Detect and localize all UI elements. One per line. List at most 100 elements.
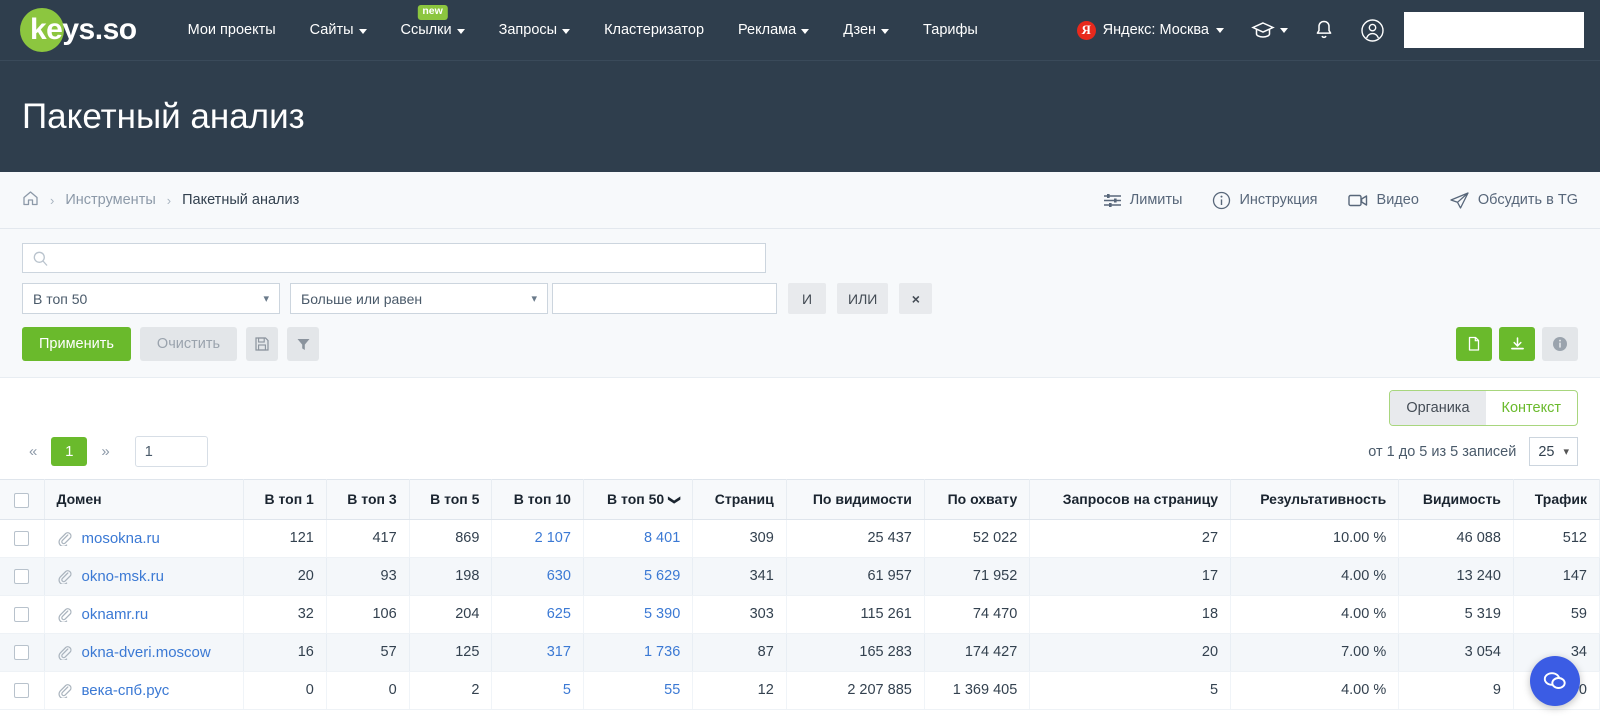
nav-input-box[interactable]: [1404, 12, 1584, 48]
column-header-2[interactable]: В топ 3: [326, 479, 410, 520]
region-label: Яндекс: Москва: [1102, 22, 1209, 38]
column-header-6[interactable]: Страниц: [692, 479, 787, 520]
operator-select[interactable]: Больше или равен ▾: [290, 283, 548, 314]
apply-button[interactable]: Применить: [22, 327, 131, 361]
row-checkbox[interactable]: [14, 568, 30, 584]
or-button[interactable]: ИЛИ: [837, 283, 889, 314]
page-size-value: 25: [1538, 443, 1555, 460]
nav-item-0[interactable]: Мои проекты: [171, 0, 293, 60]
column-header-8[interactable]: По охвату: [924, 479, 1031, 520]
filter-value-input-wrapper[interactable]: [552, 283, 777, 314]
filter-value-input[interactable]: [553, 284, 776, 313]
domain-link[interactable]: okno-msk.ru: [82, 568, 165, 585]
next-page-button[interactable]: »: [94, 440, 116, 463]
cell-value[interactable]: 5 629: [644, 568, 680, 584]
search-input[interactable]: [56, 250, 755, 266]
cell-value: 106: [372, 606, 397, 623]
filter-list-button[interactable]: [287, 327, 320, 361]
nav-item-2[interactable]: new Ссылки: [384, 0, 482, 60]
page-number-1[interactable]: 1: [51, 437, 88, 466]
cell-value[interactable]: 317: [547, 644, 571, 660]
cell-top1: 16: [243, 633, 327, 672]
column-header-0[interactable]: Домен: [44, 479, 245, 520]
copy-report-button[interactable]: [1456, 327, 1492, 361]
region-selector[interactable]: Я Яндекс: Москва: [1063, 20, 1238, 40]
cell-value[interactable]: 8 401: [644, 530, 680, 546]
cell-value: 0: [305, 682, 314, 699]
column-header-7[interactable]: По видимости: [786, 479, 925, 520]
report-info-button[interactable]: [1542, 327, 1578, 361]
nav-item-3[interactable]: Запросы: [482, 0, 587, 60]
cell-value[interactable]: 630: [547, 568, 571, 584]
site-logo[interactable]: keys.so: [20, 8, 137, 52]
column-header-5[interactable]: В топ 50 ❯: [583, 479, 694, 520]
cell-value[interactable]: 1 736: [644, 644, 680, 660]
breadcrumb-item-tools[interactable]: Инструменты: [65, 192, 155, 208]
cell-value[interactable]: 55: [664, 682, 680, 698]
cell-top10: 5: [491, 671, 584, 710]
search-row: [22, 243, 1578, 273]
telegram-discuss-link[interactable]: Обсудить в TG: [1449, 191, 1578, 210]
and-button[interactable]: И: [788, 283, 826, 314]
nav-item-1[interactable]: Сайты: [293, 0, 384, 60]
cell-value: 12: [757, 682, 774, 699]
instruction-link[interactable]: Инструкция: [1212, 191, 1318, 210]
save-filter-button[interactable]: [246, 327, 279, 361]
column-header-11[interactable]: Видимость: [1398, 479, 1514, 520]
download-report-button[interactable]: [1499, 327, 1535, 361]
row-checkbox[interactable]: [14, 644, 30, 660]
clear-button[interactable]: Очистить: [139, 327, 238, 361]
cell-value[interactable]: 5 390: [644, 606, 680, 622]
cell-visibility: 9: [1398, 671, 1514, 710]
column-header-12[interactable]: Трафик: [1513, 479, 1600, 520]
education-menu-button[interactable]: [1238, 21, 1301, 40]
search-field-wrapper[interactable]: [22, 243, 766, 273]
cell-by_coverage: 174 427: [924, 633, 1031, 672]
row-checkbox[interactable]: [14, 606, 30, 622]
info-icon: [1553, 337, 1567, 351]
cell-value[interactable]: 5: [563, 682, 571, 698]
cell-effectiveness: 7.00 %: [1230, 633, 1400, 672]
goto-page-input[interactable]: [135, 437, 207, 466]
nav-item-7[interactable]: Тарифы: [906, 0, 995, 60]
column-header-10[interactable]: Результативность: [1230, 479, 1400, 520]
row-checkbox[interactable]: [14, 682, 30, 698]
filter-panel: В топ 50 ▾ Больше или равен ▾ И ИЛИ × Пр…: [0, 229, 1600, 378]
notifications-button[interactable]: [1301, 19, 1347, 41]
domain-link[interactable]: okna-dveri.moscow: [82, 644, 211, 661]
nav-item-6[interactable]: Дзен: [826, 0, 906, 60]
user-account-button[interactable]: [1347, 18, 1398, 43]
remove-condition-button[interactable]: ×: [899, 283, 933, 314]
column-header-1[interactable]: В топ 1: [243, 479, 327, 520]
cell-pages: 341: [692, 557, 787, 596]
domain-cell: века-спб.рус: [44, 671, 245, 710]
goto-page-input-wrapper[interactable]: [134, 436, 208, 467]
metric-select[interactable]: В топ 50 ▾: [22, 283, 280, 314]
tab-context[interactable]: Контекст: [1486, 391, 1577, 425]
select-all-checkbox[interactable]: [14, 492, 30, 508]
row-checkbox[interactable]: [14, 530, 30, 546]
tab-organic[interactable]: Органика: [1390, 391, 1486, 425]
nav-item-5[interactable]: Реклама: [721, 0, 826, 60]
column-header-3[interactable]: В топ 5: [409, 479, 493, 520]
page-size-select[interactable]: 25 ▾: [1529, 437, 1578, 466]
cell-value[interactable]: 2 107: [535, 530, 571, 546]
breadcrumb-actions: Лимиты Инструкция Видео Обсудить в TG: [1103, 191, 1578, 210]
domain-link[interactable]: oknamr.ru: [82, 606, 149, 623]
domain-link[interactable]: века-спб.рус: [82, 682, 170, 699]
telegram-send-icon: [1450, 191, 1469, 209]
domain-link[interactable]: mosokna.ru: [82, 530, 160, 547]
chat-widget-button[interactable]: [1530, 656, 1580, 706]
cell-value: 17: [1201, 568, 1219, 585]
cell-value[interactable]: 625: [547, 606, 571, 622]
column-header-4[interactable]: В топ 10: [491, 479, 584, 520]
home-icon[interactable]: [22, 190, 39, 211]
nav-item-4[interactable]: Кластеризатор: [587, 0, 721, 60]
video-link[interactable]: Видео: [1347, 192, 1419, 208]
column-header-label: В топ 5: [430, 491, 480, 508]
prev-page-button[interactable]: «: [22, 440, 44, 463]
cell-queries_per_page: 27: [1029, 519, 1232, 558]
column-header-9[interactable]: Запросов на страницу: [1029, 479, 1232, 520]
limits-link[interactable]: Лимиты: [1103, 192, 1182, 209]
cell-top50: 55: [583, 671, 694, 710]
